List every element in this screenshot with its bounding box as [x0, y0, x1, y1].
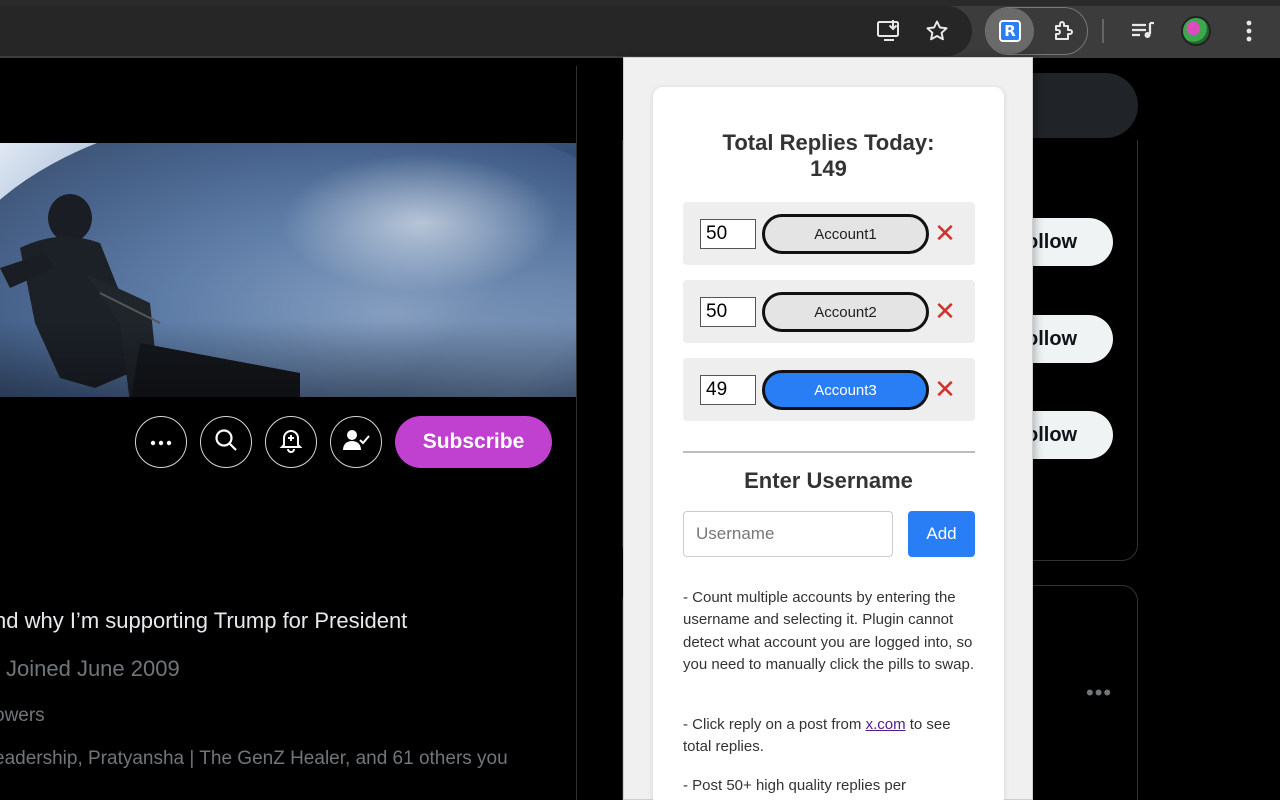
profile-bio: nd why I’m supporting Trump for Presiden…: [0, 608, 408, 633]
reply-count-input[interactable]: [700, 297, 756, 327]
profile-banner: [0, 143, 576, 397]
notification-bell-icon: [278, 427, 304, 458]
popup-divider: [683, 451, 975, 453]
following-check-icon: [342, 428, 370, 457]
profile-followers[interactable]: owers: [0, 705, 45, 727]
total-replies-heading: Total Replies Today: 149: [653, 130, 1004, 182]
extensions-puzzle-icon[interactable]: [1049, 16, 1079, 46]
extension-r-button[interactable]: R: [986, 8, 1034, 54]
help-text-3: - Post 50+ high quality replies per: [683, 777, 907, 794]
search-icon: [214, 428, 238, 457]
total-replies-count: 149: [810, 156, 847, 181]
close-media-icon[interactable]: [0, 80, 10, 104]
help-text-2-prefix: - Click reply on a post from: [683, 716, 866, 733]
browser-toolbar: R: [0, 0, 1280, 58]
column-divider: [576, 66, 577, 800]
help-text-1: - Count multiple accounts by entering th…: [683, 589, 974, 673]
following-button[interactable]: [330, 416, 382, 468]
media-queue-icon[interactable]: [1128, 16, 1158, 46]
account-pill-active[interactable]: Account3: [762, 370, 929, 410]
screen: R Subscribe nd why I’m supporting Trump …: [0, 0, 1280, 800]
subscribe-button[interactable]: Subscribe: [395, 416, 552, 468]
total-replies-label: Total Replies Today:: [722, 130, 935, 155]
joined-text: Joined June 2009: [6, 656, 180, 681]
toolbar-divider: [1102, 19, 1104, 43]
address-bar[interactable]: [0, 6, 972, 56]
reply-count-input[interactable]: [700, 219, 756, 249]
remove-account-icon[interactable]: ✕: [933, 375, 957, 403]
followed-by-text[interactable]: eadership, Pratyansha | The GenZ Healer,…: [0, 748, 508, 770]
remove-account-icon[interactable]: ✕: [933, 219, 957, 247]
enter-username-heading: Enter Username: [744, 468, 913, 493]
banner-shadow: [0, 143, 576, 397]
account-row: Account1 ✕: [683, 202, 975, 265]
bookmark-star-icon[interactable]: [922, 16, 952, 46]
more-button[interactable]: [135, 416, 187, 468]
account-row: Account3 ✕: [683, 358, 975, 421]
trend-more-icon[interactable]: •••: [1086, 680, 1112, 706]
account-row: Account2 ✕: [683, 280, 975, 343]
remove-account-icon[interactable]: ✕: [933, 297, 957, 325]
popup-card: [653, 87, 1004, 800]
more-icon: [150, 433, 172, 451]
install-app-icon[interactable]: [874, 16, 904, 46]
account-pill[interactable]: Account1: [762, 214, 929, 254]
account-pill[interactable]: Account2: [762, 292, 929, 332]
profile-avatar[interactable]: [1181, 16, 1211, 46]
reply-count-input[interactable]: [700, 375, 756, 405]
notifications-button[interactable]: [265, 416, 317, 468]
profile-joined: Joined June 2009: [0, 656, 180, 682]
x-com-link[interactable]: x.com: [866, 716, 906, 733]
search-profile-button[interactable]: [200, 416, 252, 468]
extension-r-icon: R: [999, 20, 1021, 42]
help-text-2: - Click reply on a post from x.com to se…: [683, 714, 977, 759]
chrome-menu-icon[interactable]: [1234, 16, 1264, 46]
add-button[interactable]: Add: [908, 511, 975, 557]
username-input[interactable]: [683, 511, 893, 557]
